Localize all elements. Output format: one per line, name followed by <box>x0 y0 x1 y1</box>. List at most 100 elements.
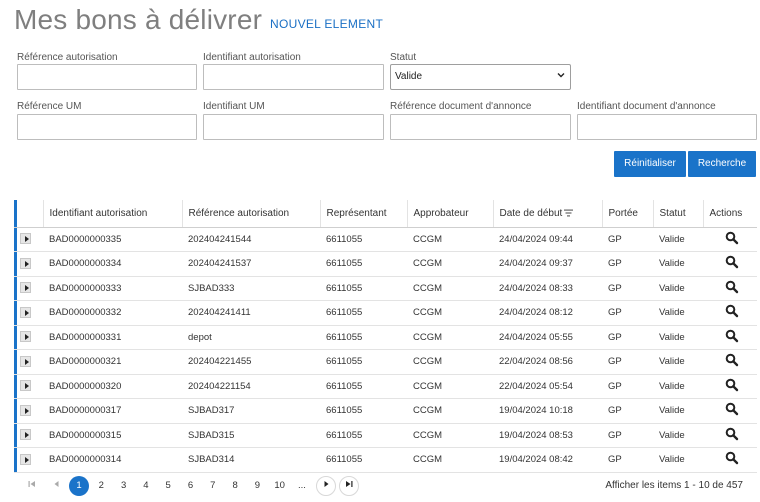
next-page-button[interactable] <box>316 476 336 496</box>
row-expand-cell[interactable] <box>14 300 43 326</box>
row-expand-cell[interactable] <box>14 251 43 277</box>
expand-row-icon[interactable] <box>20 453 31 465</box>
cell-appr: CCGM <box>407 325 493 350</box>
row-expand-cell[interactable] <box>14 227 43 252</box>
expand-row-icon[interactable] <box>20 233 31 245</box>
row-expand-cell[interactable] <box>14 374 43 399</box>
search-icon[interactable] <box>725 304 739 318</box>
cell-statut: Valide <box>653 300 703 326</box>
table-row[interactable]: BAD0000000334 202404241537 6611055 CCGM 24/0… <box>14 251 757 277</box>
col-header-identifiant[interactable]: Identifiant autorisation <box>42 200 182 228</box>
col-header-approbateur[interactable]: Approbateur <box>406 200 493 228</box>
cell-id: BAD0000000335 <box>43 227 182 252</box>
cell-ref: SJBAD317 <box>182 398 320 424</box>
search-icon[interactable] <box>725 378 739 392</box>
col-header-date[interactable]: Date de début <box>492 200 602 228</box>
cell-date: 22/04/2024 08:56 <box>493 349 602 375</box>
search-icon[interactable] <box>725 280 739 294</box>
page-button[interactable]: 3 <box>114 476 134 496</box>
page-button[interactable]: 9 <box>247 476 267 496</box>
sort-descending-icon[interactable] <box>564 209 574 217</box>
id-doc-input[interactable] <box>577 114 757 140</box>
col-header-label: Actions <box>709 207 743 219</box>
table-row[interactable]: BAD0000000320 202404221154 6611055 CCGM 22/0… <box>14 374 757 399</box>
search-icon[interactable] <box>725 451 739 465</box>
id-autorisation-input[interactable] <box>203 64 384 90</box>
last-page-button[interactable] <box>339 476 359 496</box>
search-icon[interactable] <box>725 427 739 441</box>
expand-row-icon[interactable] <box>20 306 31 318</box>
pager-info: Afficher les items 1 - 10 de 457 <box>605 480 743 491</box>
row-expand-cell[interactable] <box>14 423 43 448</box>
table-row[interactable]: BAD0000000335 202404241544 6611055 CCGM 24/0… <box>14 227 757 252</box>
cell-rep: 6611055 <box>320 300 407 326</box>
row-expand-cell[interactable] <box>14 349 43 375</box>
chevron-down-icon <box>557 73 565 78</box>
search-icon[interactable] <box>725 255 739 269</box>
cell-date: 24/04/2024 08:12 <box>493 300 602 326</box>
expand-row-icon[interactable] <box>20 331 31 343</box>
cell-id: BAD0000000314 <box>43 447 182 473</box>
row-expand-cell[interactable] <box>14 398 43 424</box>
cell-statut: Valide <box>653 423 703 448</box>
row-expand-cell[interactable] <box>14 276 43 301</box>
expand-row-icon[interactable] <box>20 355 31 367</box>
id-doc-label: Identifiant document d'annonce <box>577 101 716 112</box>
ref-autorisation-label: Référence autorisation <box>17 52 118 63</box>
cell-date: 19/04/2024 08:42 <box>493 447 602 473</box>
cell-appr: CCGM <box>407 276 493 301</box>
id-um-input[interactable] <box>203 114 384 140</box>
table-row[interactable]: BAD0000000332 202404241411 6611055 CCGM 24/0… <box>14 300 757 326</box>
table-row[interactable]: BAD0000000317 SJBAD317 6611055 CCGM 19/04/20… <box>14 398 757 424</box>
table-row[interactable]: BAD0000000321 202404221455 6611055 CCGM 22/0… <box>14 349 757 375</box>
ref-um-input[interactable] <box>17 114 197 140</box>
col-header-label: Représentant <box>326 207 387 219</box>
cell-appr: CCGM <box>407 300 493 326</box>
expand-row-icon[interactable] <box>20 257 31 269</box>
search-icon[interactable] <box>725 329 739 343</box>
page-button[interactable]: 1 <box>69 476 89 496</box>
col-header-actions: Actions <box>702 200 757 228</box>
page-button[interactable]: 8 <box>225 476 245 496</box>
search-icon[interactable] <box>725 402 739 416</box>
col-header-representant[interactable]: Représentant <box>319 200 407 228</box>
cell-statut: Valide <box>653 374 703 399</box>
expand-row-icon[interactable] <box>20 404 31 416</box>
col-header-reference[interactable]: Référence autorisation <box>181 200 320 228</box>
search-icon[interactable] <box>725 353 739 367</box>
table-row[interactable]: BAD0000000315 SJBAD315 6611055 CCGM 19/04/20… <box>14 423 757 448</box>
ref-autorisation-input[interactable] <box>17 64 197 90</box>
page-button[interactable]: 6 <box>181 476 201 496</box>
cell-portee: GP <box>602 374 653 399</box>
id-um-label: Identifiant UM <box>203 101 265 112</box>
page-button[interactable]: 10 <box>270 476 290 496</box>
expand-row-icon[interactable] <box>20 282 31 294</box>
page-button[interactable]: 7 <box>203 476 223 496</box>
new-element-link[interactable]: NOUVEL ELEMENT <box>270 17 383 31</box>
col-header-portee[interactable]: Portée <box>601 200 653 228</box>
table-row[interactable]: BAD0000000314 SJBAD314 6611055 CCGM 19/04/20… <box>14 447 757 473</box>
col-header-label: Approbateur <box>413 207 469 219</box>
more-pages-button[interactable]: ... <box>292 476 312 496</box>
page-button[interactable]: 4 <box>136 476 156 496</box>
search-icon[interactable] <box>725 231 739 245</box>
row-expand-cell[interactable] <box>14 447 43 473</box>
statut-select[interactable]: Valide <box>390 64 571 90</box>
row-expand-cell[interactable] <box>14 325 43 350</box>
page-button[interactable]: 5 <box>158 476 178 496</box>
table-row[interactable]: BAD0000000333 SJBAD333 6611055 CCGM 24/04/20… <box>14 276 757 301</box>
first-page-button[interactable] <box>22 476 42 496</box>
search-button[interactable]: Recherche <box>688 151 756 177</box>
cell-id: BAD0000000320 <box>43 374 182 399</box>
table-row[interactable]: BAD0000000331 depot 6611055 CCGM 24/04/2024 … <box>14 325 757 350</box>
results-grid: Identifiant autorisation Référence autor… <box>14 200 757 473</box>
page-button[interactable]: 2 <box>91 476 111 496</box>
cell-date: 22/04/2024 05:54 <box>493 374 602 399</box>
expand-row-icon[interactable] <box>20 429 31 441</box>
prev-page-button[interactable] <box>46 476 66 496</box>
ref-doc-input[interactable] <box>390 114 571 140</box>
expand-row-icon[interactable] <box>20 380 31 392</box>
reset-button[interactable]: Réinitialiser <box>614 151 686 177</box>
cell-actions <box>703 276 757 301</box>
col-header-statut[interactable]: Statut <box>652 200 703 228</box>
